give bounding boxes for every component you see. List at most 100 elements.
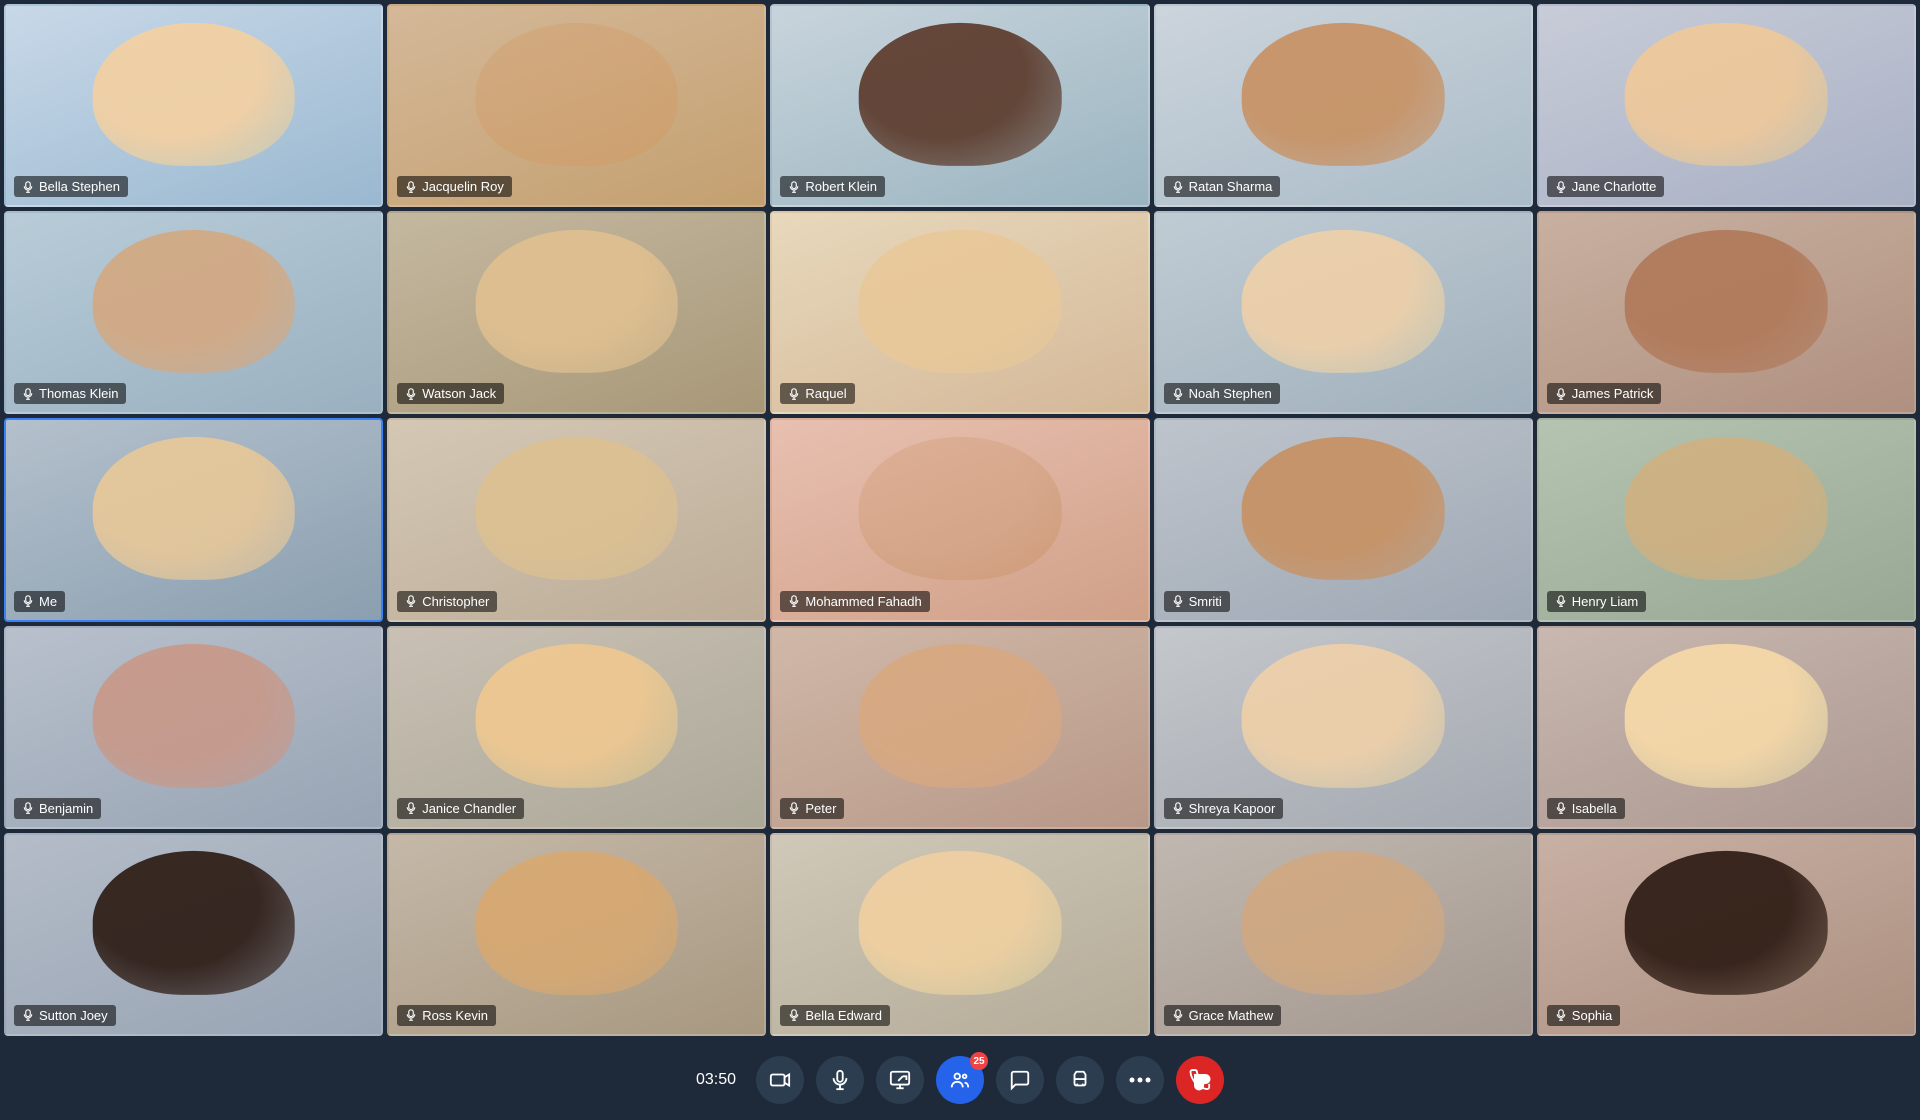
participant-name: Bella Edward (805, 1008, 882, 1023)
mic-icon (1555, 1009, 1567, 1021)
video-tile-19: Isabella (1537, 626, 1916, 829)
mic-icon (788, 595, 800, 607)
mic-icon (1172, 1009, 1184, 1021)
toolbar: 03:50 25 (0, 1040, 1920, 1120)
video-tile-20: Sutton Joey (4, 833, 383, 1036)
mic-icon (22, 388, 34, 400)
video-tile-18: Shreya Kapoor (1154, 626, 1533, 829)
mic-icon (1555, 181, 1567, 193)
participant-name: Benjamin (39, 801, 93, 816)
mic-icon (22, 1009, 34, 1021)
participant-name-label: Ross Kevin (397, 1005, 496, 1026)
video-grid: Bella Stephen Jacquelin Roy Robert Klein Ra… (0, 0, 1920, 1040)
participant-name: James Patrick (1572, 386, 1654, 401)
participant-name-label: Bella Edward (780, 1005, 890, 1026)
video-tile-10: Me (4, 418, 383, 621)
participant-name: Grace Mathew (1189, 1008, 1274, 1023)
participant-name: Watson Jack (422, 386, 496, 401)
participant-name-label: Noah Stephen (1164, 383, 1280, 404)
video-tile-6: Watson Jack (387, 211, 766, 414)
participants-badge: 25 (970, 1052, 988, 1070)
mic-icon (22, 181, 34, 193)
camera-button[interactable] (756, 1056, 804, 1104)
end-call-button[interactable] (1176, 1056, 1224, 1104)
video-tile-4: Jane Charlotte (1537, 4, 1916, 207)
video-tile-8: Noah Stephen (1154, 211, 1533, 414)
participant-name: Thomas Klein (39, 386, 118, 401)
participant-name: Janice Chandler (422, 801, 516, 816)
video-tile-5: Thomas Klein (4, 211, 383, 414)
participants-button[interactable]: 25 (936, 1056, 984, 1104)
participant-name-label: Watson Jack (397, 383, 504, 404)
participant-name-label: Robert Klein (780, 176, 885, 197)
participant-name: Bella Stephen (39, 179, 120, 194)
mic-icon (405, 595, 417, 607)
participant-name: Ross Kevin (422, 1008, 488, 1023)
participant-name-label: James Patrick (1547, 383, 1662, 404)
participant-name-label: Me (14, 591, 65, 612)
participant-name-label: Jacquelin Roy (397, 176, 512, 197)
participant-name-label: Sophia (1547, 1005, 1620, 1026)
participant-name: Jane Charlotte (1572, 179, 1657, 194)
participant-name: Shreya Kapoor (1189, 801, 1276, 816)
video-tile-15: Benjamin (4, 626, 383, 829)
participant-name: Sophia (1572, 1008, 1612, 1023)
mic-icon (405, 802, 417, 814)
participant-name-label: Smriti (1164, 591, 1230, 612)
video-tile-1: Jacquelin Roy (387, 4, 766, 207)
video-tile-24: Sophia (1537, 833, 1916, 1036)
participant-name-label: Grace Mathew (1164, 1005, 1282, 1026)
video-tile-23: Grace Mathew (1154, 833, 1533, 1036)
participant-name-label: Ratan Sharma (1164, 176, 1281, 197)
participant-name: Noah Stephen (1189, 386, 1272, 401)
chat-button[interactable] (996, 1056, 1044, 1104)
video-tile-9: James Patrick (1537, 211, 1916, 414)
participant-name-label: Shreya Kapoor (1164, 798, 1284, 819)
participant-name-label: Bella Stephen (14, 176, 128, 197)
participant-name: Smriti (1189, 594, 1222, 609)
mic-icon (788, 388, 800, 400)
participant-name: Henry Liam (1572, 594, 1638, 609)
more-options-button[interactable] (1116, 1056, 1164, 1104)
participant-name-label: Christopher (397, 591, 497, 612)
participant-name: Me (39, 594, 57, 609)
video-tile-0: Bella Stephen (4, 4, 383, 207)
participant-name: Mohammed Fahadh (805, 594, 921, 609)
participant-name: Isabella (1572, 801, 1617, 816)
video-tile-16: Janice Chandler (387, 626, 766, 829)
call-timer: 03:50 (696, 1071, 736, 1089)
participant-name-label: Thomas Klein (14, 383, 126, 404)
mic-icon (1172, 181, 1184, 193)
mic-button[interactable] (816, 1056, 864, 1104)
participant-name-label: Mohammed Fahadh (780, 591, 929, 612)
participant-name: Jacquelin Roy (422, 179, 504, 194)
video-tile-21: Ross Kevin (387, 833, 766, 1036)
participant-name-label: Peter (780, 798, 844, 819)
participant-name: Raquel (805, 386, 846, 401)
mic-icon (405, 1009, 417, 1021)
share-screen-button[interactable] (876, 1056, 924, 1104)
participant-name-label: Raquel (780, 383, 854, 404)
reactions-button[interactable] (1056, 1056, 1104, 1104)
mic-icon (405, 388, 417, 400)
video-tile-14: Henry Liam (1537, 418, 1916, 621)
participant-name: Robert Klein (805, 179, 877, 194)
mic-icon (1555, 388, 1567, 400)
participant-name: Christopher (422, 594, 489, 609)
video-tile-17: Peter (770, 626, 1149, 829)
mic-icon (1172, 595, 1184, 607)
participant-name-label: Benjamin (14, 798, 101, 819)
video-tile-3: Ratan Sharma (1154, 4, 1533, 207)
mic-icon (1555, 595, 1567, 607)
mic-icon (788, 181, 800, 193)
mic-icon (788, 1009, 800, 1021)
video-tile-7: Raquel (770, 211, 1149, 414)
participant-name: Peter (805, 801, 836, 816)
participant-name-label: Henry Liam (1547, 591, 1646, 612)
video-tile-11: Christopher (387, 418, 766, 621)
participant-name-label: Isabella (1547, 798, 1625, 819)
video-tile-2: Robert Klein (770, 4, 1149, 207)
mic-icon (405, 181, 417, 193)
mic-icon (1172, 802, 1184, 814)
mic-icon (1172, 388, 1184, 400)
